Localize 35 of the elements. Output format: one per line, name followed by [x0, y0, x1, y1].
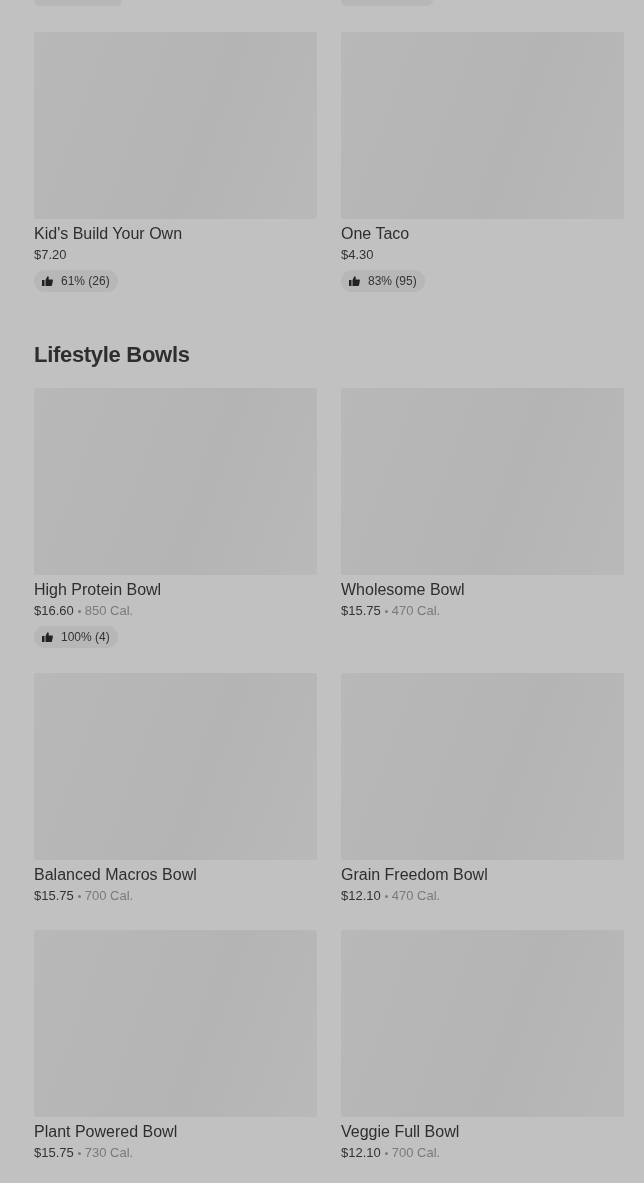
separator-dot: [77, 1151, 81, 1155]
item-calories: 730 Cal.: [84, 1144, 134, 1162]
item-name[interactable]: Balanced Macros Bowl: [34, 864, 197, 886]
item-calories: 470 Cal.: [391, 887, 441, 905]
item-price: $7.20: [34, 246, 67, 264]
item-name[interactable]: One Taco: [341, 223, 410, 245]
item-price: $15.75: [34, 1144, 74, 1162]
item-calories: 700 Cal.: [391, 1144, 441, 1162]
item-name[interactable]: Grain Freedom Bowl: [341, 864, 488, 886]
item-name[interactable]: High Protein Bowl: [34, 579, 162, 601]
item-calories: 700 Cal.: [84, 887, 134, 905]
separator-dot: [77, 609, 81, 613]
item-calories: 850 Cal.: [84, 602, 134, 620]
thumbs-up-icon: [42, 276, 53, 286]
item-calories: 470 Cal.: [391, 602, 441, 620]
item-price: $4.30: [341, 246, 374, 264]
item-name[interactable]: Kid's Build Your Own: [34, 223, 183, 245]
thumbs-up-icon: [349, 276, 360, 286]
item-price: $15.75: [341, 602, 381, 620]
rating-badge: 83% (95): [341, 270, 425, 292]
separator-dot: [384, 609, 388, 613]
separator-dot: [77, 894, 81, 898]
item-price: $12.10: [341, 887, 381, 905]
section-heading: Lifestyle Bowls: [34, 342, 191, 368]
separator-dot: [384, 1151, 388, 1155]
item-name[interactable]: Wholesome Bowl: [341, 579, 465, 601]
item-price: $12.10: [341, 1144, 381, 1162]
rating-badge: 61% (26): [34, 270, 118, 292]
item-price: $15.75: [34, 887, 74, 905]
thumbs-up-icon: [42, 632, 53, 642]
item-name[interactable]: Veggie Full Bowl: [341, 1121, 460, 1143]
rating-badge: 100% (4): [34, 626, 118, 648]
item-name[interactable]: Plant Powered Bowl: [34, 1121, 178, 1143]
separator-dot: [384, 894, 388, 898]
item-price: $16.60: [34, 602, 74, 620]
